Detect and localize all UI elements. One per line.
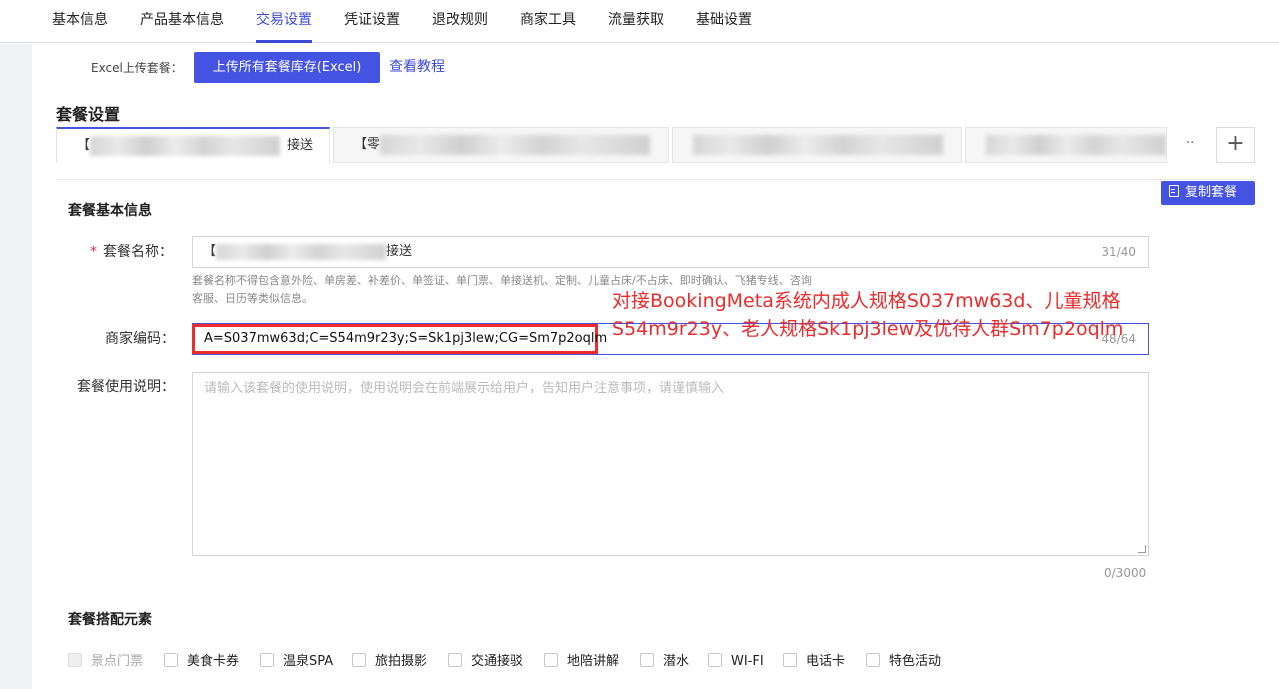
annotation-text: 对接BookingMeta系统内成人规格S037mw63d、儿童规格S54m9r…	[612, 290, 1124, 340]
checkbox-label: 温泉SPA	[283, 654, 334, 669]
checkbox-label: 旅拍摄影	[375, 654, 428, 669]
checkbox-box[interactable]	[866, 653, 880, 667]
checkbox-travel-photography[interactable]: 旅拍摄影	[352, 653, 427, 671]
package-tab-3[interactable]	[672, 127, 962, 163]
blurred-text	[986, 134, 1166, 155]
required-mark: *	[90, 244, 97, 260]
package-name-label-text: 套餐名称：	[103, 244, 173, 260]
checkbox-label: 交通接驳	[471, 654, 524, 669]
checkbox-box[interactable]	[164, 653, 178, 667]
checkbox-box	[68, 653, 82, 667]
tutorial-link[interactable]: 查看教程	[389, 58, 445, 76]
checkbox-food-vouchers[interactable]: 美食卡券	[164, 653, 239, 671]
tab-basic-settings[interactable]: 基础设置	[696, 11, 752, 29]
checkbox-scenic-tickets: 景点门票	[68, 653, 143, 671]
checkbox-local-guide[interactable]: 地陪讲解	[544, 653, 619, 671]
usage-description-counter: 0/3000	[1104, 566, 1147, 580]
tab-trade-settings[interactable]: 交易设置	[256, 11, 312, 29]
tab-product-basic-info[interactable]: 产品基本信息	[140, 11, 224, 29]
copy-icon	[1169, 185, 1179, 197]
checkbox-label: 美食卡券	[187, 654, 240, 669]
package-name-label: * 套餐名称：	[90, 243, 173, 261]
blurred-text	[380, 134, 651, 155]
package-tab-4[interactable]	[965, 127, 1167, 163]
checkbox-label: 潜水	[663, 654, 690, 669]
upload-excel-button[interactable]: 上传所有套餐库存(Excel)	[194, 52, 380, 83]
active-tab-underline	[256, 40, 312, 43]
checkbox-hot-spring-spa[interactable]: 温泉SPA	[260, 653, 333, 671]
tab-merchant-tools[interactable]: 商家工具	[520, 11, 576, 29]
package-settings-title: 套餐设置	[56, 105, 121, 124]
tab-refund-rules[interactable]: 退改规则	[432, 11, 488, 29]
usage-description-textarea[interactable]: 请输入该套餐的使用说明，使用说明会在前端展示给用户，告知用户注意事项，请谨慎输入	[192, 372, 1149, 556]
checkbox-box[interactable]	[448, 653, 462, 667]
tabs-divider	[56, 179, 1255, 180]
checkbox-label: 电话卡	[806, 654, 846, 669]
checkbox-label: 景点门票	[91, 654, 144, 669]
merchant-code-value: A=S037mw63d;C=S54m9r23y;S=Sk1pj3lew;CG=S…	[192, 324, 607, 354]
checkbox-wifi[interactable]: WI-FI	[708, 653, 764, 671]
package-tab-1[interactable]: 【 接送	[56, 127, 330, 163]
top-nav: 基本信息 产品基本信息 交易设置 凭证设置 退改规则 商家工具 流量获取 基础设…	[0, 0, 1279, 43]
checkbox-diving[interactable]: 潜水	[640, 653, 689, 671]
package-name-counter: 31/40	[1101, 245, 1136, 259]
package-name-suffix: 接送	[386, 244, 413, 259]
checkbox-box[interactable]	[544, 653, 558, 667]
blurred-text	[216, 243, 387, 260]
basic-info-title: 套餐基本信息	[68, 203, 152, 219]
package-tab-2-prefix: 【零	[354, 137, 381, 152]
tab-basic-info[interactable]: 基本信息	[52, 11, 108, 29]
blurred-text	[693, 134, 943, 155]
package-name-input[interactable]: 【 接送 31/40	[192, 236, 1149, 268]
blurred-text	[90, 135, 281, 156]
usage-description-label: 套餐使用说明：	[77, 379, 175, 395]
tab-traffic[interactable]: 流量获取	[608, 11, 664, 29]
package-tab-1-suffix: 接送	[286, 138, 313, 153]
add-package-button[interactable]: +	[1216, 127, 1255, 163]
package-elements-title: 套餐搭配元素	[68, 612, 152, 628]
package-name-prefix: 【	[203, 244, 217, 259]
checkbox-box[interactable]	[640, 653, 654, 667]
usage-description-placeholder: 请输入该套餐的使用说明，使用说明会在前端展示给用户，告知用户注意事项，请谨慎输入	[204, 381, 725, 396]
package-tab-1-prefix: 【	[77, 138, 91, 153]
copy-package-button[interactable]: 复制套餐	[1161, 181, 1255, 205]
checkbox-sim-card[interactable]: 电话卡	[783, 653, 845, 671]
checkbox-box[interactable]	[783, 653, 797, 667]
checkbox-label: WI-FI	[731, 654, 764, 669]
checkbox-transport-transfer[interactable]: 交通接驳	[448, 653, 523, 671]
checkbox-box[interactable]	[352, 653, 366, 667]
checkbox-label: 特色活动	[889, 654, 942, 669]
left-gutter	[0, 44, 32, 689]
excel-upload-label: Excel上传套餐：	[91, 61, 183, 75]
checkbox-box[interactable]	[260, 653, 274, 667]
more-tabs-icon[interactable]: ··	[1186, 136, 1194, 151]
tab-voucher-settings[interactable]: 凭证设置	[344, 11, 400, 29]
copy-package-label: 复制套餐	[1185, 185, 1238, 200]
package-tab-2[interactable]: 【零	[333, 127, 669, 163]
resize-handle-icon[interactable]	[1138, 545, 1146, 553]
merchant-code-label: 商家编码：	[105, 331, 175, 347]
checkbox-box[interactable]	[708, 653, 722, 667]
checkbox-special-activities[interactable]: 特色活动	[866, 653, 941, 671]
checkbox-label: 地陪讲解	[567, 654, 620, 669]
